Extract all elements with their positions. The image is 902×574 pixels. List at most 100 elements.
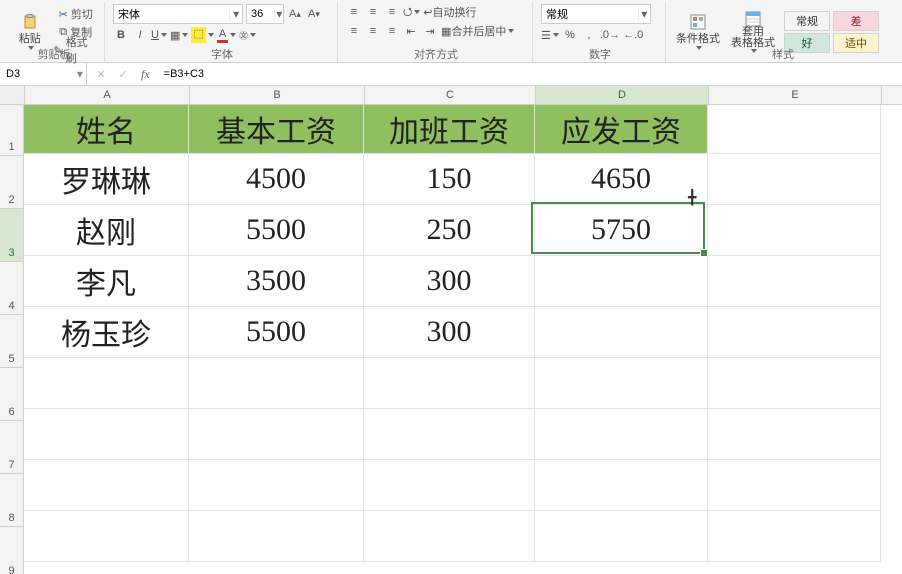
cell-C1[interactable]: 加班工资 — [364, 105, 535, 154]
cell-A9[interactable] — [24, 511, 189, 562]
column-header-E[interactable]: E — [709, 86, 882, 104]
cell-D8[interactable] — [535, 460, 708, 511]
cell-B9[interactable] — [189, 511, 364, 562]
cell-E3[interactable] — [708, 205, 881, 256]
formula-input[interactable] — [160, 67, 902, 81]
accounting-format-button[interactable]: ☰ — [541, 27, 559, 43]
cell-A2[interactable]: 罗琳琳 — [24, 154, 189, 205]
bold-button[interactable]: B — [113, 27, 129, 43]
increase-indent-button[interactable]: ⇥ — [422, 23, 438, 39]
cell-C9[interactable] — [364, 511, 535, 562]
number-format-combo[interactable]: ▾ — [541, 4, 651, 24]
align-left-button[interactable]: ≡ — [346, 23, 362, 39]
cell-C6[interactable] — [364, 358, 535, 409]
cell-B4[interactable]: 3500 — [189, 256, 364, 307]
cancel-formula-button[interactable]: ✕ — [93, 66, 109, 82]
cell-E7[interactable] — [708, 409, 881, 460]
cut-button[interactable]: ✂ 剪切 — [53, 6, 98, 22]
row-header-9[interactable]: 9 — [0, 527, 24, 574]
cell-D1[interactable]: 应发工资 — [535, 105, 708, 154]
name-box-input[interactable] — [0, 67, 74, 81]
font-size-input[interactable] — [247, 8, 274, 20]
cell-B3[interactable]: 5500 — [189, 205, 364, 256]
cell-E6[interactable] — [708, 358, 881, 409]
cell-A6[interactable] — [24, 358, 189, 409]
align-top-button[interactable]: ≡ — [346, 4, 362, 20]
chevron-down-icon[interactable]: ▾ — [274, 7, 283, 21]
decrease-font-button[interactable]: A▾ — [306, 6, 322, 22]
cell-A3[interactable]: 赵刚 — [24, 205, 189, 256]
fill-color-button[interactable]: ⬚ — [191, 27, 213, 43]
row-header-4[interactable]: 4 — [0, 262, 24, 315]
cells-area[interactable]: ╋ 姓名基本工资加班工资应发工资罗琳琳45001504650赵刚55002505… — [24, 105, 881, 574]
cell-E9[interactable] — [708, 511, 881, 562]
italic-button[interactable]: I — [132, 27, 148, 43]
cell-A5[interactable]: 杨玉珍 — [24, 307, 189, 358]
cell-C3[interactable]: 250 — [364, 205, 535, 256]
row-header-2[interactable]: 2 — [0, 156, 24, 209]
cell-E1[interactable] — [708, 105, 881, 154]
select-all-corner[interactable] — [0, 86, 25, 104]
column-header-A[interactable]: A — [25, 86, 190, 104]
cell-C5[interactable]: 300 — [364, 307, 535, 358]
cell-A1[interactable]: 姓名 — [24, 105, 189, 154]
wrap-text-button[interactable]: ↩ 自动换行 — [423, 4, 476, 20]
cell-D4[interactable] — [535, 256, 708, 307]
cell-B7[interactable] — [189, 409, 364, 460]
cell-D7[interactable] — [535, 409, 708, 460]
increase-decimal-button[interactable]: .0→ — [600, 27, 620, 43]
cell-B8[interactable] — [189, 460, 364, 511]
cell-C7[interactable] — [364, 409, 535, 460]
orientation-button[interactable]: ⭯ — [403, 4, 420, 20]
chevron-down-icon[interactable]: ▾ — [229, 7, 242, 21]
cell-E2[interactable] — [708, 154, 881, 205]
align-middle-button[interactable]: ≡ — [365, 4, 381, 20]
cell-E4[interactable] — [708, 256, 881, 307]
cell-D6[interactable] — [535, 358, 708, 409]
cell-B2[interactable]: 4500 — [189, 154, 364, 205]
underline-button[interactable]: U — [151, 27, 167, 43]
chevron-down-icon[interactable]: ▾ — [74, 67, 86, 81]
decrease-decimal-button[interactable]: ←.0 — [623, 27, 643, 43]
font-color-button[interactable]: A — [217, 27, 236, 43]
cell-E5[interactable] — [708, 307, 881, 358]
column-header-D[interactable]: D — [536, 86, 709, 104]
cell-C8[interactable] — [364, 460, 535, 511]
phonetic-button[interactable]: ㉆ — [239, 27, 256, 43]
cell-style-bad[interactable]: 差 — [833, 11, 879, 31]
cell-D9[interactable] — [535, 511, 708, 562]
fx-icon[interactable]: fx — [137, 67, 154, 82]
align-bottom-button[interactable]: ≡ — [384, 4, 400, 20]
cell-A4[interactable]: 李凡 — [24, 256, 189, 307]
column-header-B[interactable]: B — [190, 86, 365, 104]
row-header-5[interactable]: 5 — [0, 315, 24, 368]
cell-style-normal[interactable]: 常规 — [784, 11, 830, 31]
cell-A8[interactable] — [24, 460, 189, 511]
merge-center-button[interactable]: ▦ 合并后居中 — [441, 23, 514, 39]
cell-E8[interactable] — [708, 460, 881, 511]
font-name-input[interactable] — [114, 8, 229, 20]
row-header-6[interactable]: 6 — [0, 368, 24, 421]
cell-D2[interactable]: 4650 — [535, 154, 708, 205]
decrease-indent-button[interactable]: ⇤ — [403, 23, 419, 39]
cell-C2[interactable]: 150 — [364, 154, 535, 205]
chevron-down-icon[interactable]: ▾ — [638, 7, 650, 21]
comma-format-button[interactable]: , — [581, 27, 597, 43]
row-header-7[interactable]: 7 — [0, 421, 24, 474]
row-header-8[interactable]: 8 — [0, 474, 24, 527]
cell-C4[interactable]: 300 — [364, 256, 535, 307]
percent-format-button[interactable]: % — [562, 27, 578, 43]
font-name-combo[interactable]: ▾ — [113, 4, 243, 24]
border-button[interactable]: ▦ — [170, 27, 188, 43]
align-right-button[interactable]: ≡ — [384, 23, 400, 39]
cell-B6[interactable] — [189, 358, 364, 409]
accept-formula-button[interactable]: ✓ — [115, 66, 131, 82]
increase-font-button[interactable]: A▴ — [287, 6, 303, 22]
row-header-3[interactable]: 3 — [0, 209, 24, 262]
align-center-button[interactable]: ≡ — [365, 23, 381, 39]
cell-A7[interactable] — [24, 409, 189, 460]
cell-B5[interactable]: 5500 — [189, 307, 364, 358]
cell-D3[interactable]: 5750 — [535, 205, 708, 256]
cell-B1[interactable]: 基本工资 — [189, 105, 364, 154]
row-header-1[interactable]: 1 — [0, 105, 24, 156]
